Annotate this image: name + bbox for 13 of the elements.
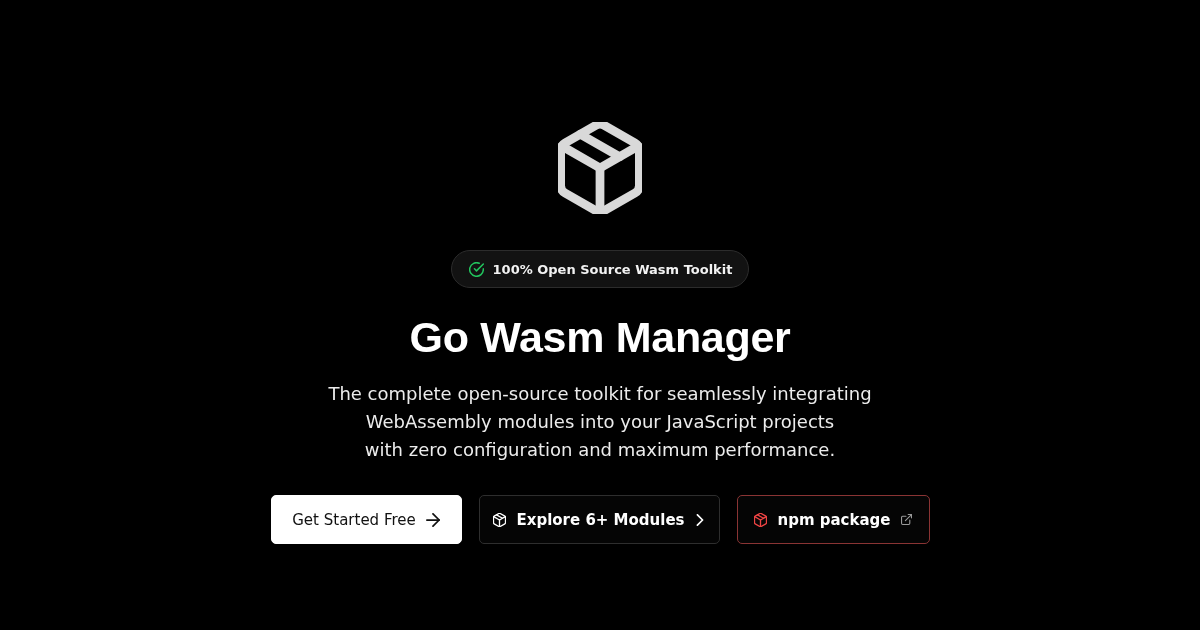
arrow-right-icon — [425, 512, 440, 527]
chevron-right-icon — [694, 513, 705, 526]
description-text: The complete open-source toolkit for seamlessly integrating WebAssembly modules into your JavaScript projects with zero configuration and maximum performance. — [328, 382, 872, 462]
package-icon — [493, 512, 507, 527]
package-icon — [558, 122, 642, 214]
npm-package-button[interactable]: npm package — [736, 495, 930, 544]
check-circle-icon — [468, 261, 484, 277]
badge-text: 100% Open Source Wasm Toolkit — [492, 261, 733, 277]
explore-modules-button[interactable]: Explore 6+ Modules — [478, 495, 720, 544]
page-title: Go Wasm Manager — [409, 312, 791, 363]
external-link-icon — [900, 514, 912, 525]
package-icon — [754, 512, 768, 527]
get-started-button[interactable]: Get Started Free — [270, 495, 462, 544]
